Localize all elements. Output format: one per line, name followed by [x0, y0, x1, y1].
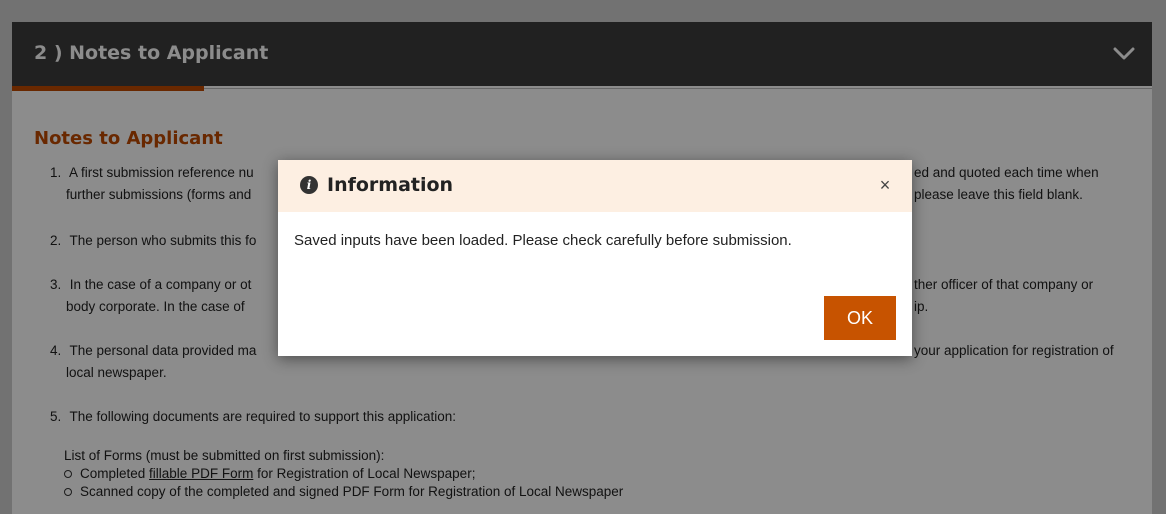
info-icon: i: [300, 176, 318, 194]
dialog-message: Saved inputs have been loaded. Please ch…: [294, 232, 792, 249]
dialog-title: Information: [327, 174, 454, 196]
close-button[interactable]: ×: [874, 174, 896, 196]
information-dialog: i Information × Saved inputs have been l…: [278, 160, 912, 356]
dialog-header: i Information ×: [278, 160, 912, 212]
ok-button[interactable]: OK: [824, 296, 896, 340]
